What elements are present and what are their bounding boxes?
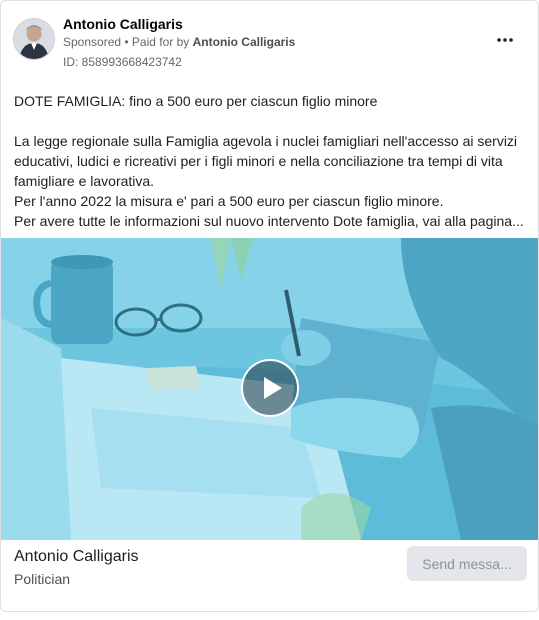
play-icon [264, 377, 282, 399]
sponsored-label: Sponsored [63, 35, 122, 49]
more-options-button[interactable] [492, 29, 518, 49]
ad-header: Antonio Calligaris Sponsored • Paid for … [13, 15, 526, 69]
advertiser-name[interactable]: Antonio Calligaris [63, 16, 183, 32]
ad-headline: DOTE FAMIGLIA: fino a 500 euro per ciasc… [14, 93, 378, 109]
ad-id: ID: 858993668423742 [63, 55, 182, 69]
ad-footer: Antonio Calligaris Politician Send messa… [1, 540, 538, 611]
avatar[interactable] [13, 18, 55, 60]
send-message-button[interactable]: Send messa... [407, 546, 527, 581]
ad-paragraph-1: La legge regionale sulla Famiglia agevol… [14, 133, 518, 189]
footer-subtitle: Politician [14, 571, 71, 587]
sponsored-line: Sponsored • Paid for by Antonio Calligar… [63, 35, 295, 49]
ad-body-text: DOTE FAMIGLIA: fino a 500 euro per ciasc… [14, 91, 529, 231]
ad-paragraph-2: Per l'anno 2022 la misura e' pari a 500 … [14, 193, 444, 209]
footer-title[interactable]: Antonio Calligaris [14, 548, 139, 566]
ad-paragraph-3: Per avere tutte le informazioni sul nuov… [14, 213, 524, 229]
more-horizontal-icon [497, 38, 513, 42]
paid-for-name: Antonio Calligaris [192, 35, 296, 49]
play-video-button[interactable] [241, 359, 299, 417]
paid-for-prefix: Paid for by [131, 35, 193, 49]
separator-dot: • [121, 35, 132, 49]
ad-card: Antonio Calligaris Sponsored • Paid for … [0, 0, 539, 612]
